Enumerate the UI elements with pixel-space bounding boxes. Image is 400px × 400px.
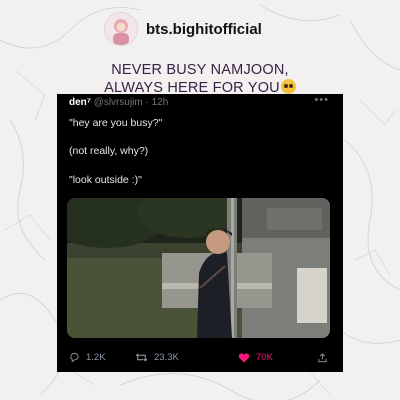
more-options-icon[interactable]: •••: [314, 94, 329, 106]
retweet-count: 23.3K: [154, 352, 179, 363]
reply-button[interactable]: 1.2K: [69, 352, 106, 363]
tweet-card: den⁷ @slvrsujim · 12h ••• "hey are you b…: [57, 94, 343, 372]
share-button[interactable]: [317, 352, 334, 364]
caption: NEVER BUSY NAMJOON, ALWAYS HERE FOR YOU: [0, 62, 400, 97]
share-icon: [318, 353, 327, 363]
tweet-display-name[interactable]: den⁷: [69, 97, 91, 108]
pleading-face-emoji-icon: [280, 79, 296, 94]
retweet-button[interactable]: 23.3K: [135, 352, 179, 363]
heart-icon: [238, 353, 250, 363]
retweet-icon: [135, 353, 148, 362]
caption-line-1: NEVER BUSY NAMJOON,: [111, 62, 289, 78]
tweet-actions: 1.2K 23.3K 70K: [57, 350, 343, 370]
tweet-time[interactable]: 12h: [152, 97, 169, 108]
tweet-separator: ·: [142, 97, 152, 108]
account-header: bts.bighitofficial: [104, 12, 262, 46]
tweet-text-line-2: (not really, why?): [69, 145, 149, 157]
tweet-photo[interactable]: [67, 198, 330, 338]
like-button[interactable]: 70K: [238, 352, 273, 363]
tweet-header: den⁷ @slvrsujim · 12h: [69, 97, 168, 108]
reply-count: 1.2K: [86, 352, 106, 363]
reply-icon: [70, 352, 79, 363]
tweet-text-line-1: "hey are you busy?": [69, 117, 163, 129]
avatar[interactable]: [104, 12, 138, 46]
avatar-image: [105, 13, 137, 45]
tweet-username[interactable]: @slvrsujim: [94, 97, 143, 108]
photo-image: [67, 198, 330, 338]
like-count: 70K: [256, 352, 273, 363]
account-handle[interactable]: bts.bighitofficial: [146, 21, 262, 38]
tweet-text-line-3: "look outside :)": [69, 174, 142, 186]
